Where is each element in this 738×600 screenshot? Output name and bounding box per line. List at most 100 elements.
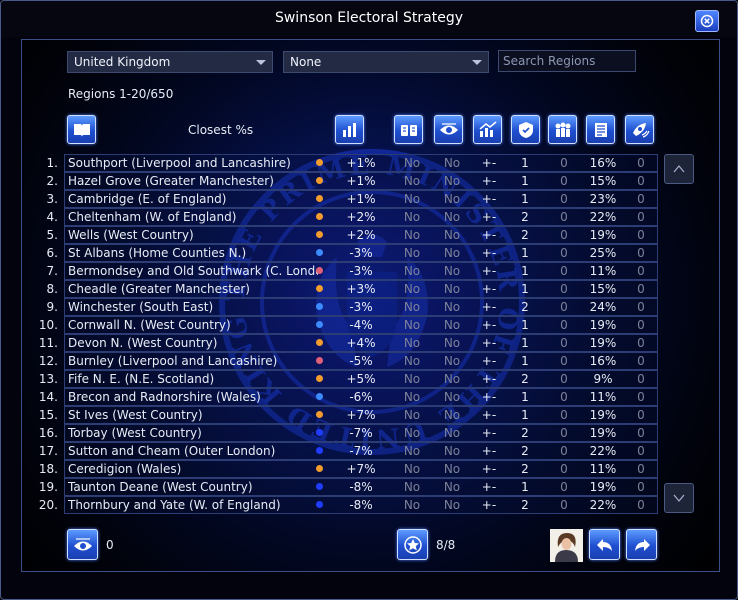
party-dot xyxy=(316,303,323,310)
table-row[interactable]: 15. St Ives (West Country) +7% No No +- 1 0 19% 0 xyxy=(30,406,658,424)
table-row[interactable]: 17. Sutton and Cheam (Outer London) -7% No N… xyxy=(30,442,658,460)
col-3-value: No xyxy=(403,282,421,296)
col-3-value: No xyxy=(403,372,421,386)
search-input[interactable] xyxy=(498,50,636,72)
col-9-value: 0 xyxy=(637,426,645,440)
party-dot xyxy=(316,447,323,454)
col-5-value: +- xyxy=(481,210,497,224)
col-7-value: 0 xyxy=(560,300,568,314)
column-trend-button[interactable] xyxy=(473,115,502,144)
col-4-value: No xyxy=(443,210,461,224)
party-dot xyxy=(316,267,323,274)
col-9-value: 0 xyxy=(637,408,645,422)
eye-icon xyxy=(73,537,92,550)
row-rank: 20. xyxy=(38,498,58,512)
chevron-up-icon xyxy=(673,165,685,173)
swing-percent: +2% xyxy=(346,228,376,242)
col-7-value: 0 xyxy=(560,426,568,440)
region-name: Cambridge (E. of England) xyxy=(68,192,227,206)
col-7-value: 0 xyxy=(560,336,568,350)
col-7-value: 0 xyxy=(560,444,568,458)
swing-percent: +5% xyxy=(346,372,376,386)
col-7-value: 0 xyxy=(560,354,568,368)
region-name: Bermondsey and Old Southwark (C. London) xyxy=(68,264,318,278)
table-row[interactable]: 5. Wells (West Country) +2% No No +- 2 0 19% 0 xyxy=(30,226,658,244)
row-rank: 19. xyxy=(38,480,58,494)
col-5-value: +- xyxy=(481,156,497,170)
table-row[interactable]: 4. Cheltenham (W. of England) +2% No No +- 2 0 2… xyxy=(30,208,658,226)
party-dot xyxy=(316,375,323,382)
forward-arrow-icon xyxy=(634,538,650,551)
col-6-value: 2 xyxy=(521,210,529,224)
row-rank: 12. xyxy=(38,354,58,368)
region-name: Winchester (South East) xyxy=(68,300,214,314)
swing-percent: +1% xyxy=(346,156,376,170)
party-dot xyxy=(316,411,323,418)
col-7-value: 0 xyxy=(560,228,568,242)
col-7-value: 0 xyxy=(560,318,568,332)
table-row[interactable]: 16. Torbay (West Country) -7% No No +- 2 0 19% 0 xyxy=(30,424,658,442)
row-rank: 14. xyxy=(38,390,58,404)
table-row[interactable]: 2. Hazel Grove (Greater Manchester) +1% No N… xyxy=(30,172,658,190)
trend-chart-icon xyxy=(479,120,496,137)
table-row[interactable]: 1. Southport (Liverpool and Lancashire) +1… xyxy=(30,154,658,172)
col-9-value: 0 xyxy=(637,228,645,242)
table-row[interactable]: 8. Cheadle (Greater Manchester) +3% No No +- 1… xyxy=(30,280,658,298)
region-select[interactable]: United Kingdom xyxy=(67,51,273,73)
forward-button[interactable] xyxy=(626,529,657,560)
region-name: Cheadle (Greater Manchester) xyxy=(68,282,250,296)
table-row[interactable]: 7. Bermondsey and Old Southwark (C. Londo… xyxy=(30,262,658,280)
col-4-value: No xyxy=(443,246,461,260)
col-7-value: 0 xyxy=(560,282,568,296)
table-row[interactable]: 3. Cambridge (E. of England) +1% No No +- 1 0 23… xyxy=(30,190,658,208)
secondary-select[interactable]: None xyxy=(283,51,489,73)
table-row[interactable]: 13. Fife N. E. (N.E. Scotland) +5% No No +- 2 0… xyxy=(30,370,658,388)
row-rank: 16. xyxy=(38,426,58,440)
eye-icon xyxy=(439,122,458,134)
col-5-value: +- xyxy=(481,228,497,242)
watch-button[interactable] xyxy=(67,529,98,560)
table-row[interactable]: 19. Taunton Deane (West Country) -8% No No +-… xyxy=(30,478,658,496)
party-dot xyxy=(316,483,323,490)
scroll-up-button[interactable] xyxy=(664,154,694,184)
table-row[interactable]: 9. Winchester (South East) -3% No No +- 2 0 24% 0 xyxy=(30,298,658,316)
party-dot xyxy=(316,465,323,472)
book-button[interactable] xyxy=(67,115,96,144)
chart-button[interactable] xyxy=(335,115,364,144)
col-3-value: No xyxy=(403,354,421,368)
column-shield-button[interactable] xyxy=(511,115,540,144)
star-button[interactable] xyxy=(397,529,428,560)
col-9-value: 0 xyxy=(637,444,645,458)
region-name: Ceredigion (Wales) xyxy=(68,462,182,476)
col-9-value: 0 xyxy=(637,246,645,260)
region-name: Torbay (West Country) xyxy=(68,426,202,440)
row-rank: 18. xyxy=(38,462,58,476)
scroll-down-button[interactable] xyxy=(664,483,694,513)
column-satellite-button[interactable] xyxy=(625,115,654,144)
table-row[interactable]: 12. Burnley (Liverpool and Lancashire) -5%… xyxy=(30,352,658,370)
col-8-value: 19% xyxy=(589,480,617,494)
col-7-value: 0 xyxy=(560,480,568,494)
row-rank: 2. xyxy=(46,174,58,188)
table-row[interactable]: 14. Brecon and Radnorshire (Wales) -6% No No… xyxy=(30,388,658,406)
col-6-value: 1 xyxy=(521,390,529,404)
table-row[interactable]: 20. Thornbury and Yate (W. of England) -8%… xyxy=(30,496,658,514)
col-6-value: 1 xyxy=(521,174,529,188)
back-button[interactable] xyxy=(589,529,620,560)
table-row[interactable]: 18. Ceredigion (Wales) +7% No No +- 2 0 11% 0 xyxy=(30,460,658,478)
table-row[interactable]: 11. Devon N. (West Country) +4% No No +- 1 0 19%… xyxy=(30,334,658,352)
col-9-value: 0 xyxy=(637,192,645,206)
table-row[interactable]: 10. Cornwall N. (West Country) -4% No No +- 1 0… xyxy=(30,316,658,334)
party-dot xyxy=(316,393,323,400)
table-row[interactable]: 6. St Albans (Home Counties N.) -3% No No +- 1… xyxy=(30,244,658,262)
col-8-value: 19% xyxy=(589,336,617,350)
row-rank: 6. xyxy=(46,246,58,260)
column-people-button[interactable] xyxy=(548,115,577,144)
col-5-value: +- xyxy=(481,462,497,476)
col-9-value: 0 xyxy=(637,318,645,332)
column-eye-button[interactable] xyxy=(434,115,463,144)
column-document-button[interactable] xyxy=(586,115,615,144)
column-cards-button[interactable] xyxy=(394,115,423,144)
title-bar: Swinson Electoral Strategy xyxy=(1,1,737,37)
close-button[interactable] xyxy=(695,10,719,32)
